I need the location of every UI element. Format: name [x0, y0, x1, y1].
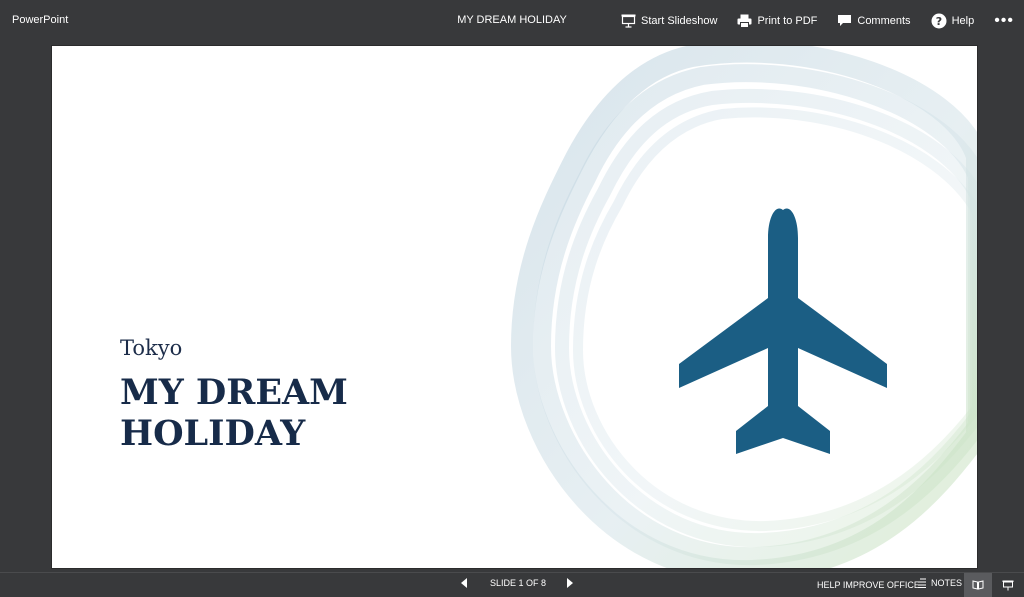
- slide-title[interactable]: MY DREAM HOLIDAY: [120, 372, 440, 454]
- help-button[interactable]: ? Help: [931, 13, 975, 29]
- svg-text:?: ?: [935, 15, 941, 28]
- triangle-right-icon: [567, 578, 574, 588]
- slideshow-view-button[interactable]: [996, 573, 1020, 597]
- slide-canvas[interactable]: Tokyo MY DREAM HOLIDAY: [51, 45, 978, 569]
- notes-button[interactable]: NOTES: [917, 578, 962, 588]
- book-icon: [972, 580, 984, 590]
- projector-screen-small-icon: [1002, 580, 1014, 590]
- print-to-pdf-button[interactable]: Print to PDF: [737, 14, 817, 28]
- printer-icon: [737, 14, 752, 28]
- start-slideshow-label: Start Slideshow: [641, 15, 718, 27]
- notes-label: NOTES: [931, 578, 963, 588]
- slide-navigation: SLIDE 1 OF 8: [460, 578, 574, 588]
- airplane-icon: [679, 208, 887, 454]
- top-toolbar: PowerPoint MY DREAM HOLIDAY Start Slides…: [0, 0, 1024, 42]
- slide-title-line-1: MY DREAM: [120, 372, 348, 413]
- print-to-pdf-label: Print to PDF: [757, 15, 818, 27]
- app-name[interactable]: PowerPoint: [12, 14, 68, 26]
- slide-title-line-2: HOLIDAY: [120, 413, 306, 454]
- reading-view-button[interactable]: [964, 573, 992, 597]
- comments-label: Comments: [857, 15, 911, 27]
- previous-slide-button[interactable]: [460, 578, 468, 588]
- toolbar-actions: Start Slideshow Print to PDF Comments ? …: [621, 0, 1024, 42]
- help-label: Help: [951, 15, 975, 27]
- more-options-icon[interactable]: •••: [994, 13, 1014, 29]
- projector-screen-icon: [621, 14, 636, 28]
- comment-bubble-icon: [838, 15, 852, 26]
- notes-lines-icon: [918, 578, 926, 588]
- next-slide-button[interactable]: [566, 578, 574, 588]
- start-slideshow-button[interactable]: Start Slideshow: [621, 14, 717, 28]
- slide-counter: SLIDE 1 OF 8: [490, 578, 547, 588]
- ring-swirl: [510, 46, 977, 568]
- slide-decoration: [510, 46, 977, 568]
- slide-subtitle[interactable]: Tokyo: [120, 336, 182, 360]
- comments-button[interactable]: Comments: [837, 14, 911, 28]
- triangle-left-icon: [461, 578, 467, 588]
- status-bar: SLIDE 1 OF 8 HELP IMPROVE OFFICE NOTES: [0, 572, 1024, 597]
- help-improve-office-link[interactable]: HELP IMPROVE OFFICE: [817, 580, 920, 590]
- help-question-icon: ?: [931, 13, 947, 29]
